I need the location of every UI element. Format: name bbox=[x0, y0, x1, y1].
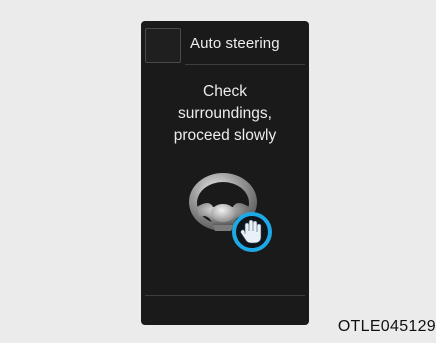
mode-indicator-icon bbox=[145, 28, 181, 63]
figure-code: OTLE045129 bbox=[337, 318, 436, 335]
warning-message: Check surroundings, proceed slowly bbox=[141, 81, 309, 147]
message-line-2: surroundings, bbox=[178, 105, 272, 122]
message-line-3: proceed slowly bbox=[173, 127, 277, 144]
cluster-display: Auto steering Check surroundings, procee… bbox=[141, 21, 309, 325]
hands-on-badge-icon bbox=[232, 212, 272, 252]
message-line-1: Check bbox=[203, 83, 247, 100]
footer-divider bbox=[145, 295, 305, 296]
header-divider bbox=[185, 64, 305, 65]
mode-title: Auto steering bbox=[190, 35, 280, 52]
steering-wheel-icon bbox=[187, 165, 279, 257]
